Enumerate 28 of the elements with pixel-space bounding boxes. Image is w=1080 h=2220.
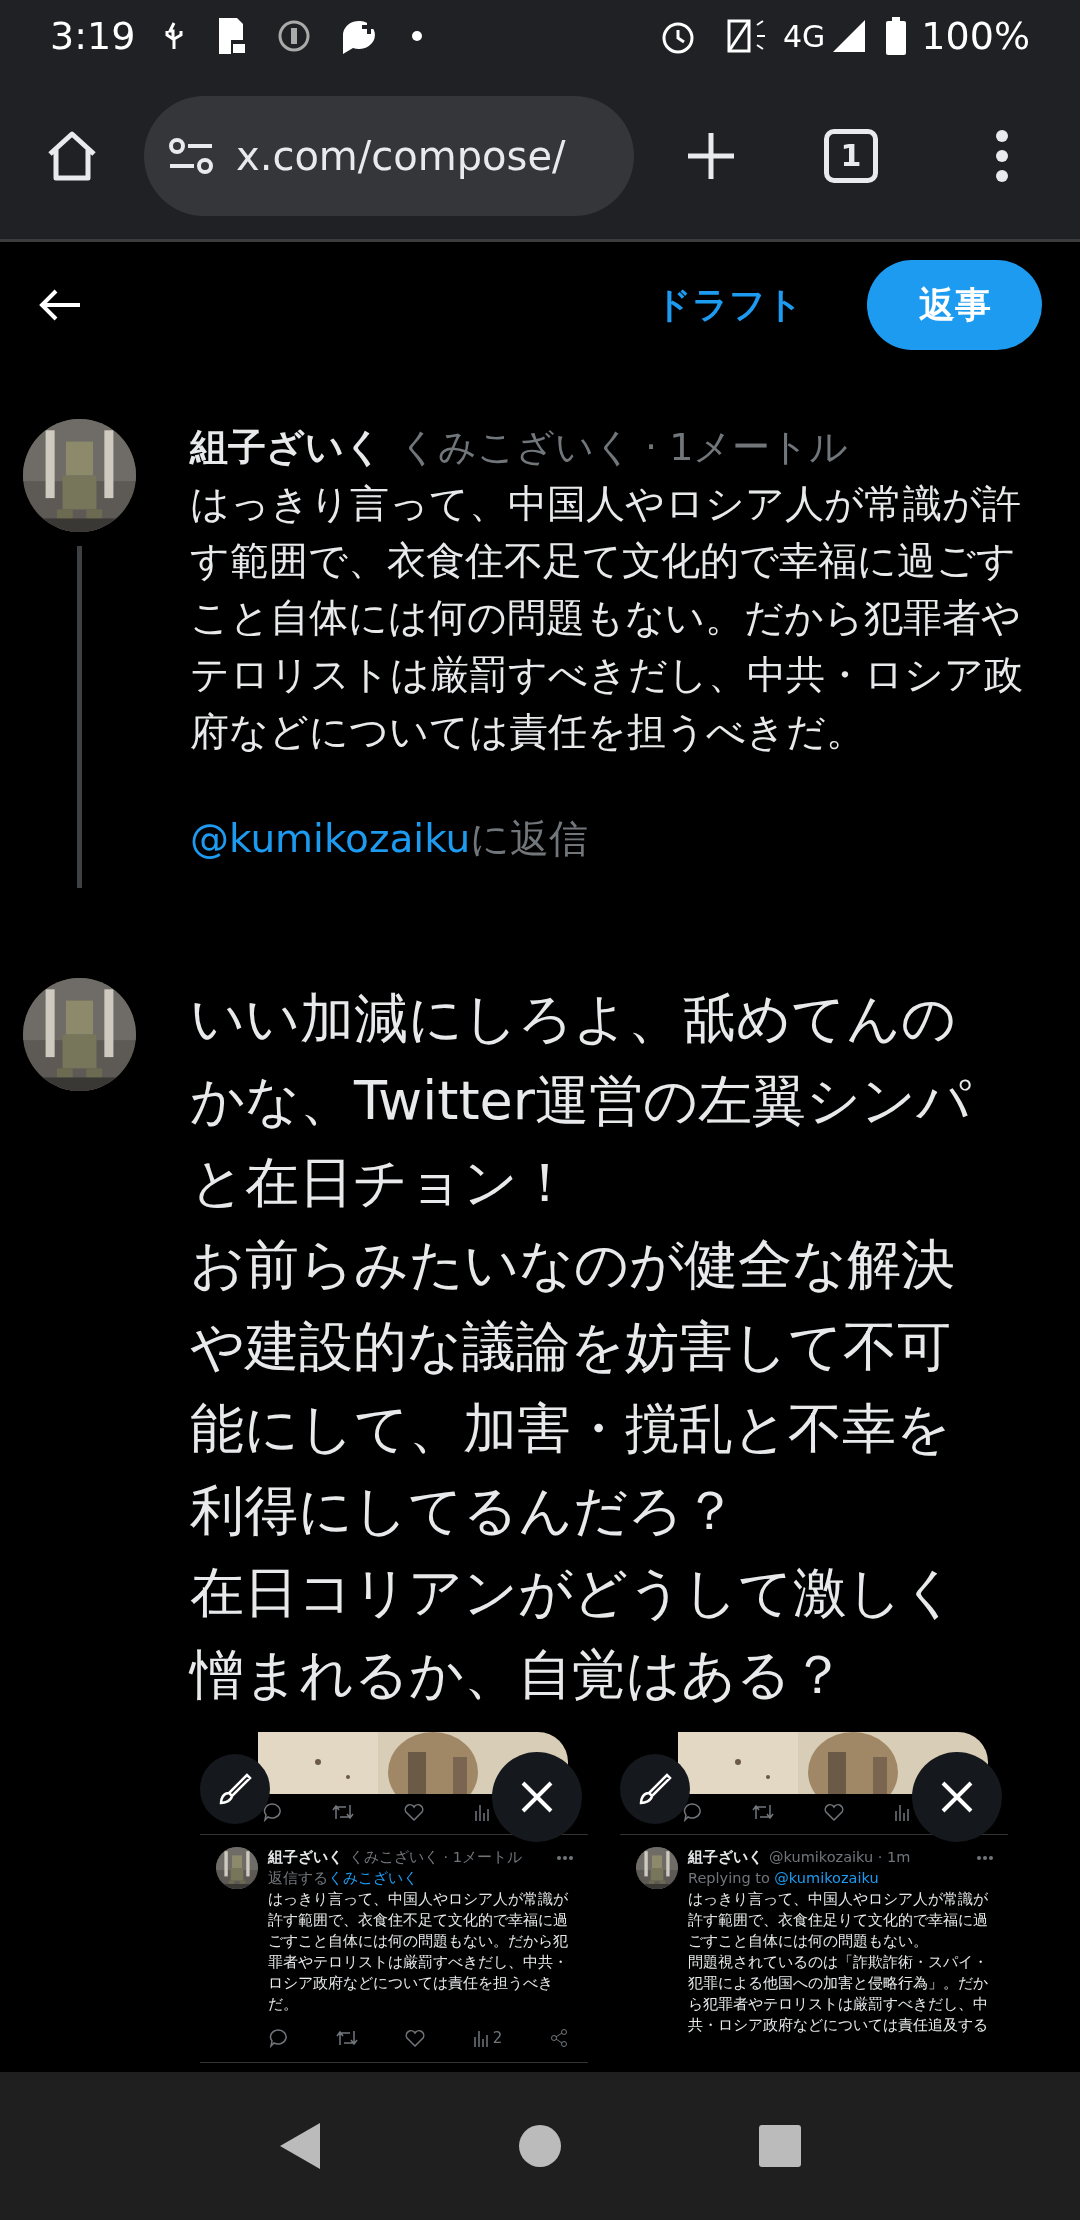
compose-paragraph: 在日コリアンがどうして激しく憎まれるか、自覚はある？	[190, 1560, 958, 1708]
tweet-text: はっきり言って、中国人やロシア人が常識が許す範囲で、衣食住不足て文化的で幸福に過ごすこと自体には何の問題もない。だから犯罪者やテロリストは厳罰すべきだし、中共・ロシア政府などについては責任を担うべきだ。	[190, 479, 1024, 756]
network-type: 4G	[783, 17, 826, 56]
compose-paragraph: お前らみたいなのが健全な解決や建設的な議論を妨害して不可能にして、加害・撹乱と不幸を利得にしてるんだろ？	[190, 1232, 956, 1544]
author-handle-time: くみこざいく · 1メートル	[399, 424, 849, 469]
tweet-text: はっきり言って、中国人やロシア人が常識が許す範囲で、衣食住足りて文化的で幸福に過ごすこと自体には何の問題もない。	[688, 1890, 989, 1951]
author-name: 組子ざいく	[268, 1848, 343, 1867]
reply-label: に返信	[470, 815, 589, 861]
mention-link[interactable]: くみこざいく	[328, 1870, 418, 1886]
tab-count[interactable]: 1	[824, 128, 878, 183]
mention-link[interactable]: @kumikozaiku	[190, 815, 471, 861]
tweet-text: 問題視されているのは「詐欺詐術・スパイ・犯罪による他国への加害と侵略行為」。だから犯罪者やテロリストは厳罰すべきだし、中共・ロシア政府などについては責任追及する	[688, 1953, 989, 2035]
tweet-text: はっきり言って、中国人やロシア人が常識が許す範囲で、衣食住不足て文化的で幸福に過ごすこと自体には何の問題もない。だから犯罪者やテロリストは厳罰すべきだし、中共・ロシア政府などについては責任を担うべきだ。	[268, 1890, 569, 2014]
author-name: 組子ざいく	[688, 1848, 763, 1867]
address-bar[interactable]: x.com/compose/	[144, 95, 634, 216]
url-text: x.com/compose/	[236, 131, 566, 181]
compose-text-field[interactable]: いい加減にしろよ、舐めてんのかな、Twitter運営の左翼シンパと在日チョン！ お前らみたいなのが健全な解決や建設的な議論を妨害して不可能にして、加害・撹乱と不幸を利得にしてるんだろ？ 在日コリアンがどうして激しく憎まれるか、自覚はある？	[190, 978, 980, 1716]
battery-level: 100%	[921, 12, 1030, 60]
author-handle-time: くみこざいく · 1メートル	[349, 1848, 523, 1867]
reply-label: 返信する	[268, 1870, 328, 1886]
mention-link[interactable]: @kumikozaiku	[774, 1870, 879, 1886]
clock-time: 3:19	[50, 12, 136, 60]
author-name: 組子ざいく	[190, 424, 383, 469]
reply-label: Replying to	[688, 1870, 771, 1886]
drafts-link[interactable]: ドラフト	[649, 277, 809, 334]
compose-paragraph: いい加減にしろよ、舐めてんのかな、Twitter運営の左翼シンパと在日チョン！	[190, 986, 972, 1216]
author-handle-time: @kumikozaiku · 1m	[769, 1848, 911, 1867]
view-count: 2	[492, 2028, 503, 2049]
